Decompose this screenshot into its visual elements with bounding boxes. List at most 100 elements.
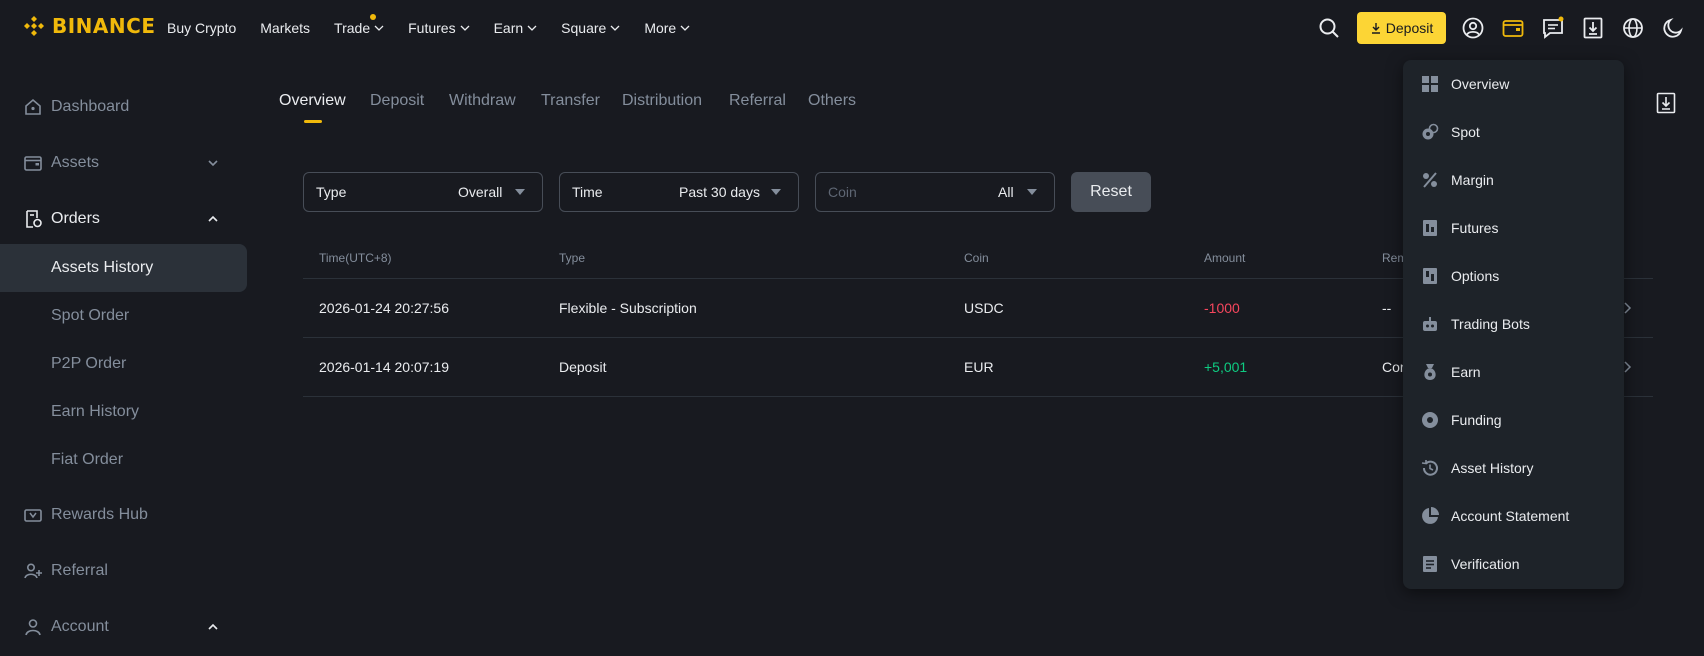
tab-overview[interactable]: Overview: [279, 92, 346, 110]
wallet-menu-options[interactable]: Options: [1403, 252, 1624, 300]
wallet-menu-funding[interactable]: Funding: [1403, 396, 1624, 444]
sidebar-item-label: Referral: [51, 562, 108, 579]
user-icon[interactable]: [1461, 16, 1485, 40]
export-icon[interactable]: [1656, 92, 1676, 114]
wallet-menu-margin[interactable]: Margin: [1403, 156, 1624, 204]
reset-button[interactable]: Reset: [1071, 172, 1151, 212]
wallet-menu-asset-history[interactable]: Asset History: [1403, 444, 1624, 492]
nav-label: Earn: [493, 20, 524, 36]
filter-placeholder: Coin: [828, 184, 857, 200]
statement-icon: [1422, 507, 1439, 524]
wallet-menu-earn[interactable]: Earn: [1403, 348, 1624, 396]
top-header: BINANCE Buy Crypto Markets Trade Futures…: [0, 0, 1704, 56]
filter-value: All: [998, 184, 1014, 200]
funding-icon: [1422, 412, 1438, 428]
filter-label: Time: [572, 184, 603, 200]
cell-remark: Cor: [1382, 359, 1405, 375]
chevron-down-icon: [680, 25, 690, 31]
wallet-icon[interactable]: [1501, 16, 1525, 40]
tab-referral[interactable]: Referral: [729, 92, 786, 110]
nav-label: Buy Crypto: [167, 20, 237, 36]
ticket-icon: [24, 509, 42, 522]
sidebar-item-orders[interactable]: Orders: [0, 195, 248, 243]
messages-icon[interactable]: [1541, 16, 1565, 40]
sidebar-subitem-fiat-order[interactable]: Fiat Order: [0, 436, 247, 484]
add-user-icon: [24, 563, 42, 579]
brand-name: BINANCE: [52, 14, 156, 38]
nav-square[interactable]: Square: [561, 20, 620, 36]
chevron-down-icon: [527, 25, 537, 31]
nav-futures[interactable]: Futures: [408, 20, 470, 36]
wallet-menu-account-statement[interactable]: Account Statement: [1403, 492, 1624, 540]
tab-deposit[interactable]: Deposit: [370, 92, 424, 110]
tab-others[interactable]: Others: [808, 92, 856, 110]
nav-more[interactable]: More: [644, 20, 690, 36]
binance-logo[interactable]: BINANCE: [22, 14, 155, 38]
time-filter-select[interactable]: Time Past 30 days: [559, 172, 799, 212]
deposit-button[interactable]: Deposit: [1357, 12, 1446, 44]
sidebar-subitem-earn-history[interactable]: Earn History: [0, 388, 247, 436]
sidebar-item-account[interactable]: Account: [0, 603, 248, 651]
wallet-menu-label: Overview: [1451, 76, 1510, 92]
sidebar-item-label: Rewards Hub: [51, 506, 148, 523]
tab-withdraw[interactable]: Withdraw: [449, 92, 516, 110]
chevron-down-icon: [460, 25, 470, 31]
wallet-menu-verification[interactable]: Verification: [1403, 540, 1624, 588]
wallet-menu-trading-bots[interactable]: Trading Bots: [1403, 300, 1624, 348]
wallet-dropdown-menu: Overview Spot Margin Futures Options Tra…: [1403, 60, 1624, 589]
cell-type: Deposit: [559, 359, 607, 375]
wallet-menu-spot[interactable]: Spot: [1403, 108, 1624, 156]
moon-icon[interactable]: [1661, 16, 1685, 40]
sidebar-subitem-label: P2P Order: [51, 355, 127, 372]
caret-down-icon: [1027, 189, 1037, 195]
home-icon: [25, 98, 41, 115]
wallet-menu-label: Account Statement: [1451, 508, 1570, 524]
chevron-down-icon: [208, 160, 218, 167]
download-icon[interactable]: [1581, 16, 1605, 40]
nav-label: Trade: [334, 20, 371, 36]
nav-markets[interactable]: Markets: [260, 20, 310, 36]
sidebar-item-referral[interactable]: Referral: [0, 547, 248, 595]
globe-icon[interactable]: [1621, 16, 1645, 40]
nav-label: Square: [561, 20, 607, 36]
wallet-menu-overview[interactable]: Overview: [1403, 60, 1624, 108]
sidebar-item-rewards-hub[interactable]: Rewards Hub: [0, 491, 248, 539]
wallet-icon: [24, 156, 42, 171]
tab-transfer[interactable]: Transfer: [541, 92, 600, 110]
nav-buy-crypto[interactable]: Buy Crypto: [167, 20, 236, 36]
tab-distribution[interactable]: Distribution: [622, 92, 702, 110]
search-icon[interactable]: [1317, 16, 1341, 40]
nav-trade[interactable]: Trade: [334, 14, 384, 36]
wallet-menu-label: Trading Bots: [1451, 316, 1530, 332]
column-header-amount: Amount: [1204, 251, 1246, 265]
nav-earn[interactable]: Earn: [494, 20, 538, 36]
type-filter-select[interactable]: Type Overall: [303, 172, 543, 212]
cell-amount: -1000: [1204, 300, 1240, 316]
wallet-menu-label: Asset History: [1451, 460, 1534, 476]
sidebar-subitem-label: Earn History: [51, 403, 140, 420]
wallet-menu-futures[interactable]: Futures: [1403, 204, 1624, 252]
margin-icon: [1423, 172, 1437, 188]
sidebar-item-label: Assets: [51, 154, 100, 171]
column-header-type: Type: [559, 251, 586, 265]
filter-value: Overall: [458, 184, 503, 200]
nav-label: Markets: [260, 20, 311, 36]
coin-filter-select[interactable]: Coin All: [815, 172, 1055, 212]
grid-icon: [1422, 76, 1438, 92]
cell-time: 2026-01-24 20:27:56: [319, 300, 449, 316]
sidebar-item-label: Account: [51, 618, 109, 635]
filter-label: Type: [316, 184, 347, 200]
filter-value: Past 30 days: [679, 184, 760, 200]
sidebar-subitem-spot-order[interactable]: Spot Order: [0, 292, 247, 340]
sidebar-subitem-label: Fiat Order: [51, 451, 124, 468]
chevron-down-icon: [374, 25, 384, 31]
column-header-time: Time(UTC+8): [319, 251, 392, 265]
column-header-coin: Coin: [964, 251, 989, 265]
notification-dot: [370, 14, 377, 20]
earn-icon: [1424, 364, 1436, 380]
sidebar-item-dashboard[interactable]: Dashboard: [0, 83, 248, 131]
sidebar-item-assets[interactable]: Assets: [0, 139, 248, 187]
sidebar-subitem-assets-history[interactable]: Assets History: [0, 244, 247, 292]
sidebar-subitem-p2p-order[interactable]: P2P Order: [0, 340, 247, 388]
robot-icon: [1423, 317, 1437, 331]
